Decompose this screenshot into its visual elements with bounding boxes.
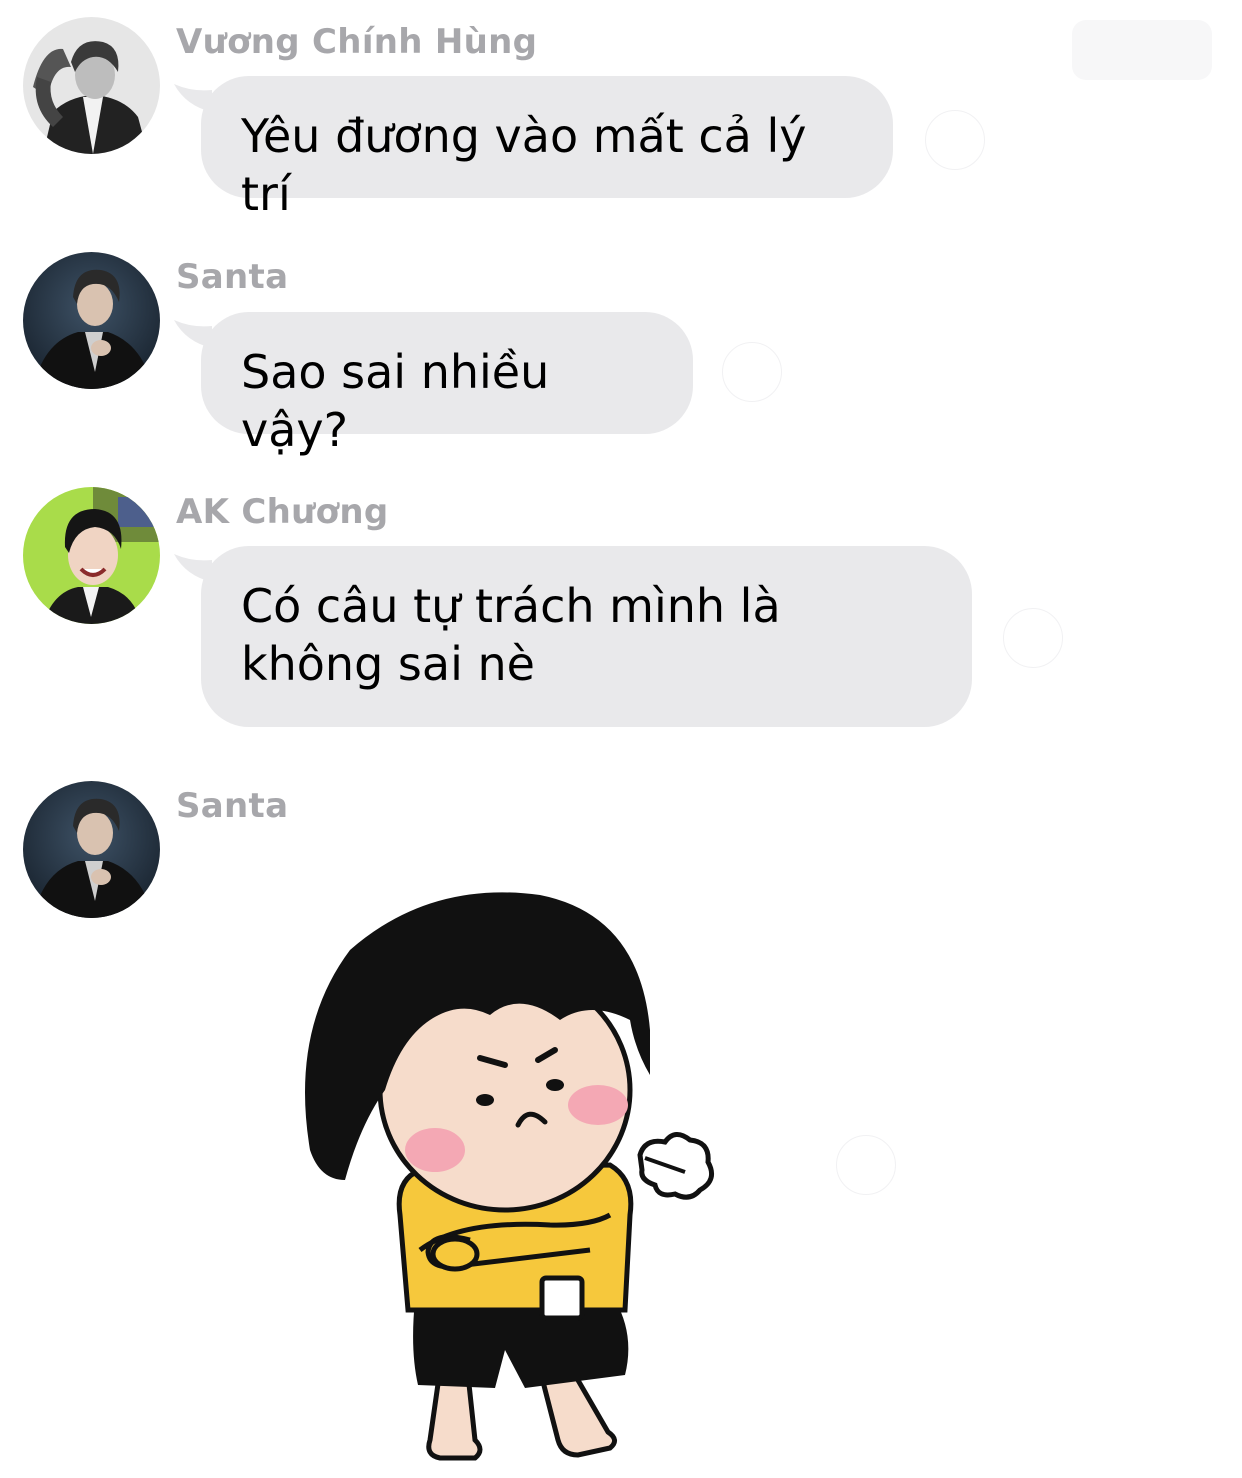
reaction-button[interactable] <box>1003 608 1063 668</box>
message-bubble[interactable]: Yêu đương vào mất cả lý trí <box>201 76 893 221</box>
avatar-green-portrait-icon <box>23 487 160 624</box>
message-bubble[interactable]: Sao sai nhiều vậy? <box>201 312 693 457</box>
sender-name: Santa <box>176 257 289 297</box>
message-text: Yêu đương vào mất cả lý trí <box>241 109 807 221</box>
sticker-angry-girl-icon[interactable] <box>290 880 730 1470</box>
avatar[interactable] <box>23 487 160 624</box>
avatar-bw-portrait-icon <box>23 17 160 154</box>
reaction-button[interactable] <box>722 342 782 402</box>
avatar[interactable] <box>23 252 160 389</box>
message-text: Sao sai nhiều vậy? <box>241 345 550 457</box>
reaction-button[interactable] <box>925 110 985 170</box>
avatar[interactable] <box>23 17 160 154</box>
sender-name: AK Chương <box>176 492 389 532</box>
avatar[interactable] <box>23 781 160 918</box>
message-text: Có câu tự trách mình là không sai nè <box>241 579 781 691</box>
sender-name: Vương Chính Hùng <box>176 22 538 62</box>
message-bubble[interactable]: Có câu tự trách mình là không sai nè <box>201 546 972 727</box>
blurred-header-element <box>1072 20 1212 80</box>
sender-name: Santa <box>176 786 289 826</box>
avatar-dark-portrait-icon <box>23 252 160 389</box>
reaction-button[interactable] <box>836 1135 896 1195</box>
avatar-dark-portrait-icon <box>23 781 160 918</box>
